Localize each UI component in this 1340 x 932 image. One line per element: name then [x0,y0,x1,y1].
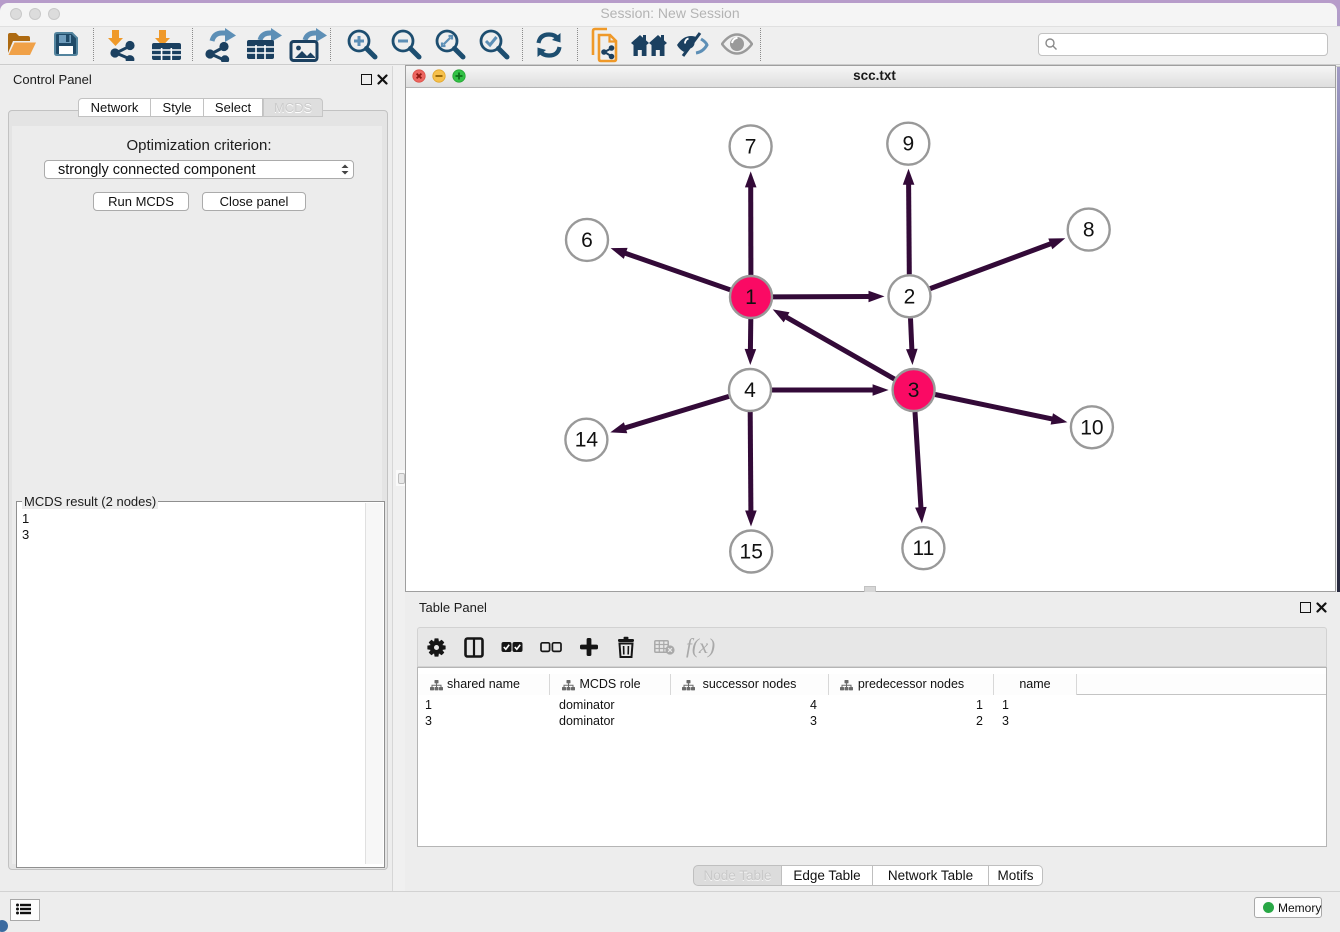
svg-text:10: 10 [1080,416,1103,439]
svg-text:11: 11 [912,537,934,560]
svg-text:9: 9 [902,133,914,156]
svg-text:4: 4 [744,379,756,402]
svg-text:2: 2 [904,285,916,308]
svg-text:3: 3 [908,379,920,402]
svg-text:14: 14 [575,429,599,452]
svg-text:15: 15 [740,541,763,564]
svg-text:6: 6 [581,229,593,252]
svg-text:8: 8 [1083,219,1095,242]
svg-text:7: 7 [745,135,757,158]
svg-text:1: 1 [745,286,757,309]
